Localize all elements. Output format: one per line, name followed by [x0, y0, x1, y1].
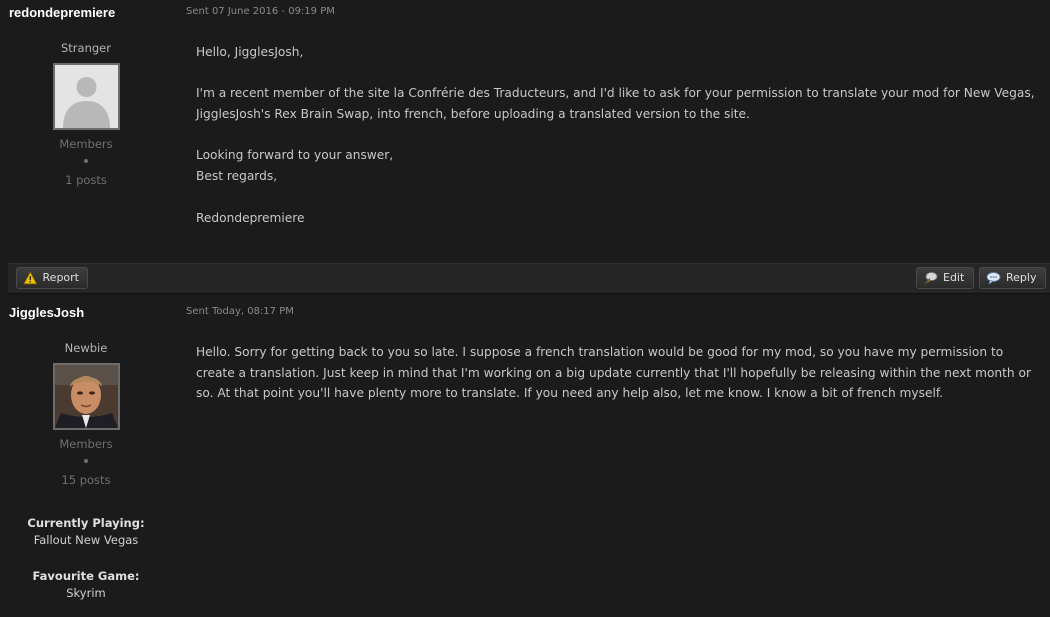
author-post-count: 1 posts	[65, 173, 107, 187]
author-name[interactable]: redondepremiere	[9, 5, 115, 20]
post-paragraph: Redondepremiere	[196, 210, 305, 225]
currently-playing-value: Fallout New Vegas	[33, 533, 139, 547]
edit-label: Edit	[943, 271, 965, 284]
post-2: JigglesJosh Sent Today, 08:17 PM Newbie …	[0, 294, 1050, 617]
author-group: Members	[59, 137, 113, 151]
author-rank: Stranger	[61, 41, 111, 55]
report-label: Report	[42, 271, 79, 284]
post-action-bar: Report Edit Reply	[8, 263, 1050, 294]
post-header: JigglesJosh Sent Today, 08:17 PM	[0, 294, 1050, 320]
warning-triangle-icon	[23, 271, 38, 285]
favourite-game-label: Favourite Game:	[32, 569, 140, 583]
post-date: Sent Today, 08:17 PM	[186, 306, 294, 317]
author-rank: Newbie	[64, 341, 108, 355]
post-paragraph: I'm a recent member of the site la Confr…	[196, 86, 1035, 122]
user-photo-avatar-icon	[54, 365, 118, 428]
author-panel: Newbie Members 15 posts Currently Playin…	[0, 320, 172, 600]
edit-speech-icon	[924, 272, 938, 285]
avatar[interactable]	[52, 363, 120, 430]
reply-button[interactable]: Reply	[979, 267, 1046, 289]
author-name[interactable]: JigglesJosh	[9, 305, 84, 320]
post-paragraph: Hello, JigglesJosh,	[196, 45, 304, 59]
reply-label: Reply	[1006, 271, 1037, 284]
author-panel: Stranger Members 1 posts	[0, 26, 172, 187]
separator-dot	[84, 459, 88, 463]
default-avatar-icon	[54, 65, 118, 128]
author-group: Members	[59, 437, 113, 451]
post-1: redondepremiere Sent 07 June 2016 - 09:1…	[0, 0, 1050, 294]
edit-button[interactable]: Edit	[916, 267, 974, 289]
separator-dot	[84, 159, 88, 163]
favourite-game-value: Skyrim	[66, 586, 106, 600]
post-body: Hello, JigglesJosh, I'm a recent member …	[196, 42, 1036, 249]
post-date: Sent 07 June 2016 - 09:19 PM	[186, 6, 335, 17]
reply-bubble-icon	[986, 272, 1001, 285]
post-paragraph: Looking forward to your answer, Best reg…	[196, 148, 394, 184]
currently-playing-label: Currently Playing:	[27, 516, 145, 530]
post-body: Hello. Sorry for getting back to you so …	[196, 342, 1036, 425]
post-paragraph: Hello. Sorry for getting back to you so …	[196, 345, 1031, 401]
post-header: redondepremiere Sent 07 June 2016 - 09:1…	[0, 0, 1050, 26]
report-button[interactable]: Report	[16, 267, 88, 289]
avatar[interactable]	[52, 63, 120, 130]
author-post-count: 15 posts	[61, 473, 111, 487]
